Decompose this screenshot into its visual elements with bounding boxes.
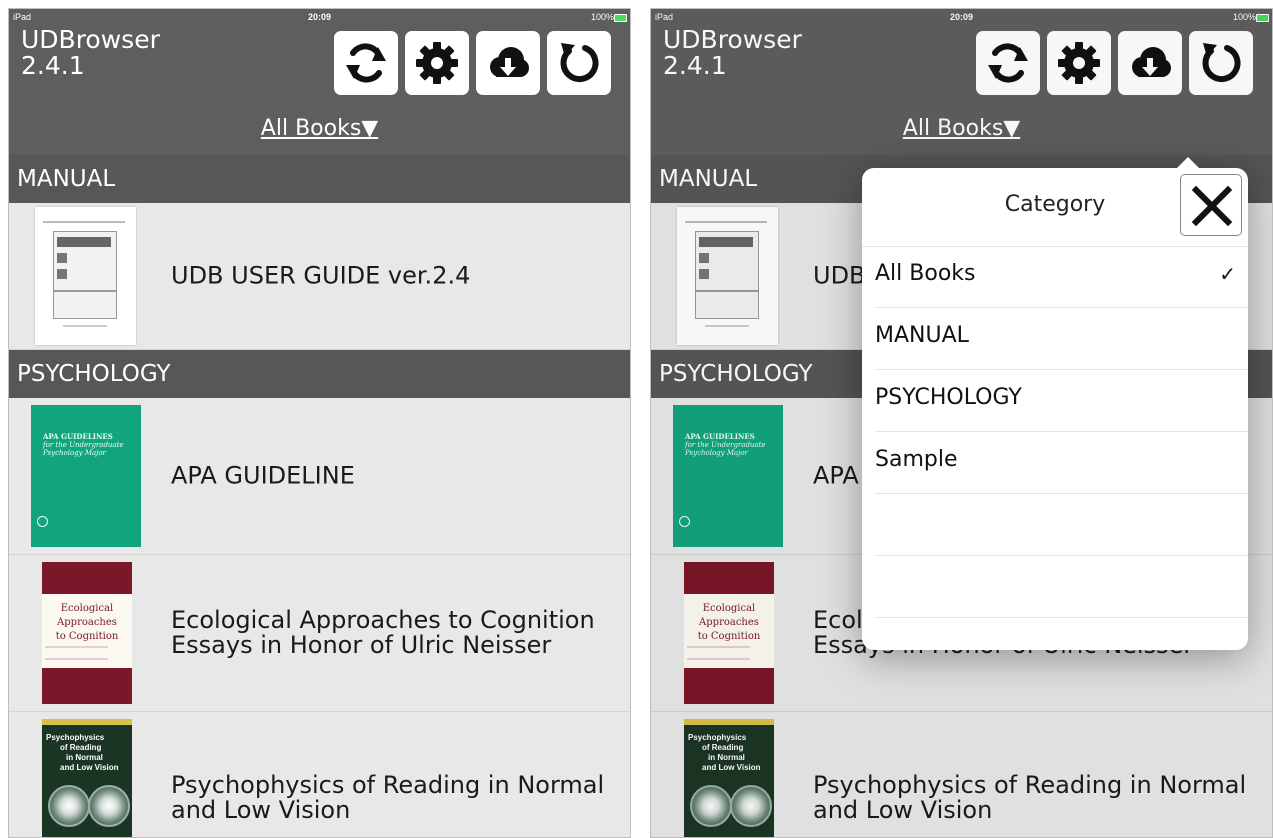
refresh-button[interactable] [547,31,611,95]
clock: 20:09 [307,12,332,22]
book-cover: Ecological Approaches to Cognition [42,562,132,704]
popover-header: Category [862,168,1248,247]
book-title: Ecological Approaches to Cognition Essay… [171,606,595,659]
battery-icon [614,14,627,22]
section-header-psychology: PSYCHOLOGY [9,350,630,398]
book-cover: Psychophysics of Reading in Normal and Low … [42,719,132,837]
category-item-sample[interactable]: Sample [875,432,1248,494]
ipad-screen-category-popover: iPad 20:09 100% UDBrowser 2.4.1 All Book… [650,8,1273,838]
category-item-manual[interactable]: MANUAL [875,308,1248,370]
book-cover: APA GUIDELINES for the Undergraduate Psych… [31,405,141,547]
cloud-download-icon [484,39,532,87]
category-popover: Category All Books ✓ MANUAL PSYCHOLOGY S… [862,157,1248,650]
category-item-empty[interactable] [875,556,1248,618]
category-item-label: MANUAL [875,323,969,348]
book-row[interactable]: Psychophysics of Reading in Normal and Low … [9,712,630,837]
close-icon [1190,184,1234,228]
category-item-empty[interactable] [875,494,1248,556]
book-title: UDB USER GUIDE ver.2.4 [171,261,471,290]
app-title: UDBrowser 2.4.1 [21,25,160,80]
battery-percent: 100% [590,12,614,22]
book-title: APA GUIDELINE [171,461,355,490]
category-item-all-books[interactable]: All Books ✓ [875,246,1248,308]
sync-icon [342,39,390,87]
book-cover [35,207,136,345]
refresh-icon [555,39,603,87]
top-bar: iPad 20:09 100% UDBrowser 2.4.1 All Book… [9,9,630,155]
popover-arrow [1177,157,1199,168]
ipad-screen-library: iPad 20:09 100% UDBrowser 2.4.1 All Book… [8,8,631,838]
category-item-label: Sample [875,447,958,472]
book-row[interactable]: APA GUIDELINES for the Undergraduate Psych… [9,398,630,555]
section-header-manual: MANUAL [9,155,630,203]
settings-button[interactable] [405,31,469,95]
gear-icon [413,39,461,87]
category-item-label: PSYCHOLOGY [875,385,1022,410]
category-item-label: All Books [875,261,976,286]
book-title: Psychophysics of Reading in Normal and L… [171,771,605,824]
checkmark-icon: ✓ [1219,262,1236,286]
download-button[interactable] [476,31,540,95]
category-item-psychology[interactable]: PSYCHOLOGY [875,370,1248,432]
category-selector[interactable]: All Books▼ [9,116,630,141]
book-row[interactable]: UDB USER GUIDE ver.2.4 [9,203,630,350]
sync-button[interactable] [334,31,398,95]
close-button[interactable] [1180,174,1242,236]
book-row[interactable]: EcologicalApproachesto Cognition Ecologi… [9,555,630,712]
